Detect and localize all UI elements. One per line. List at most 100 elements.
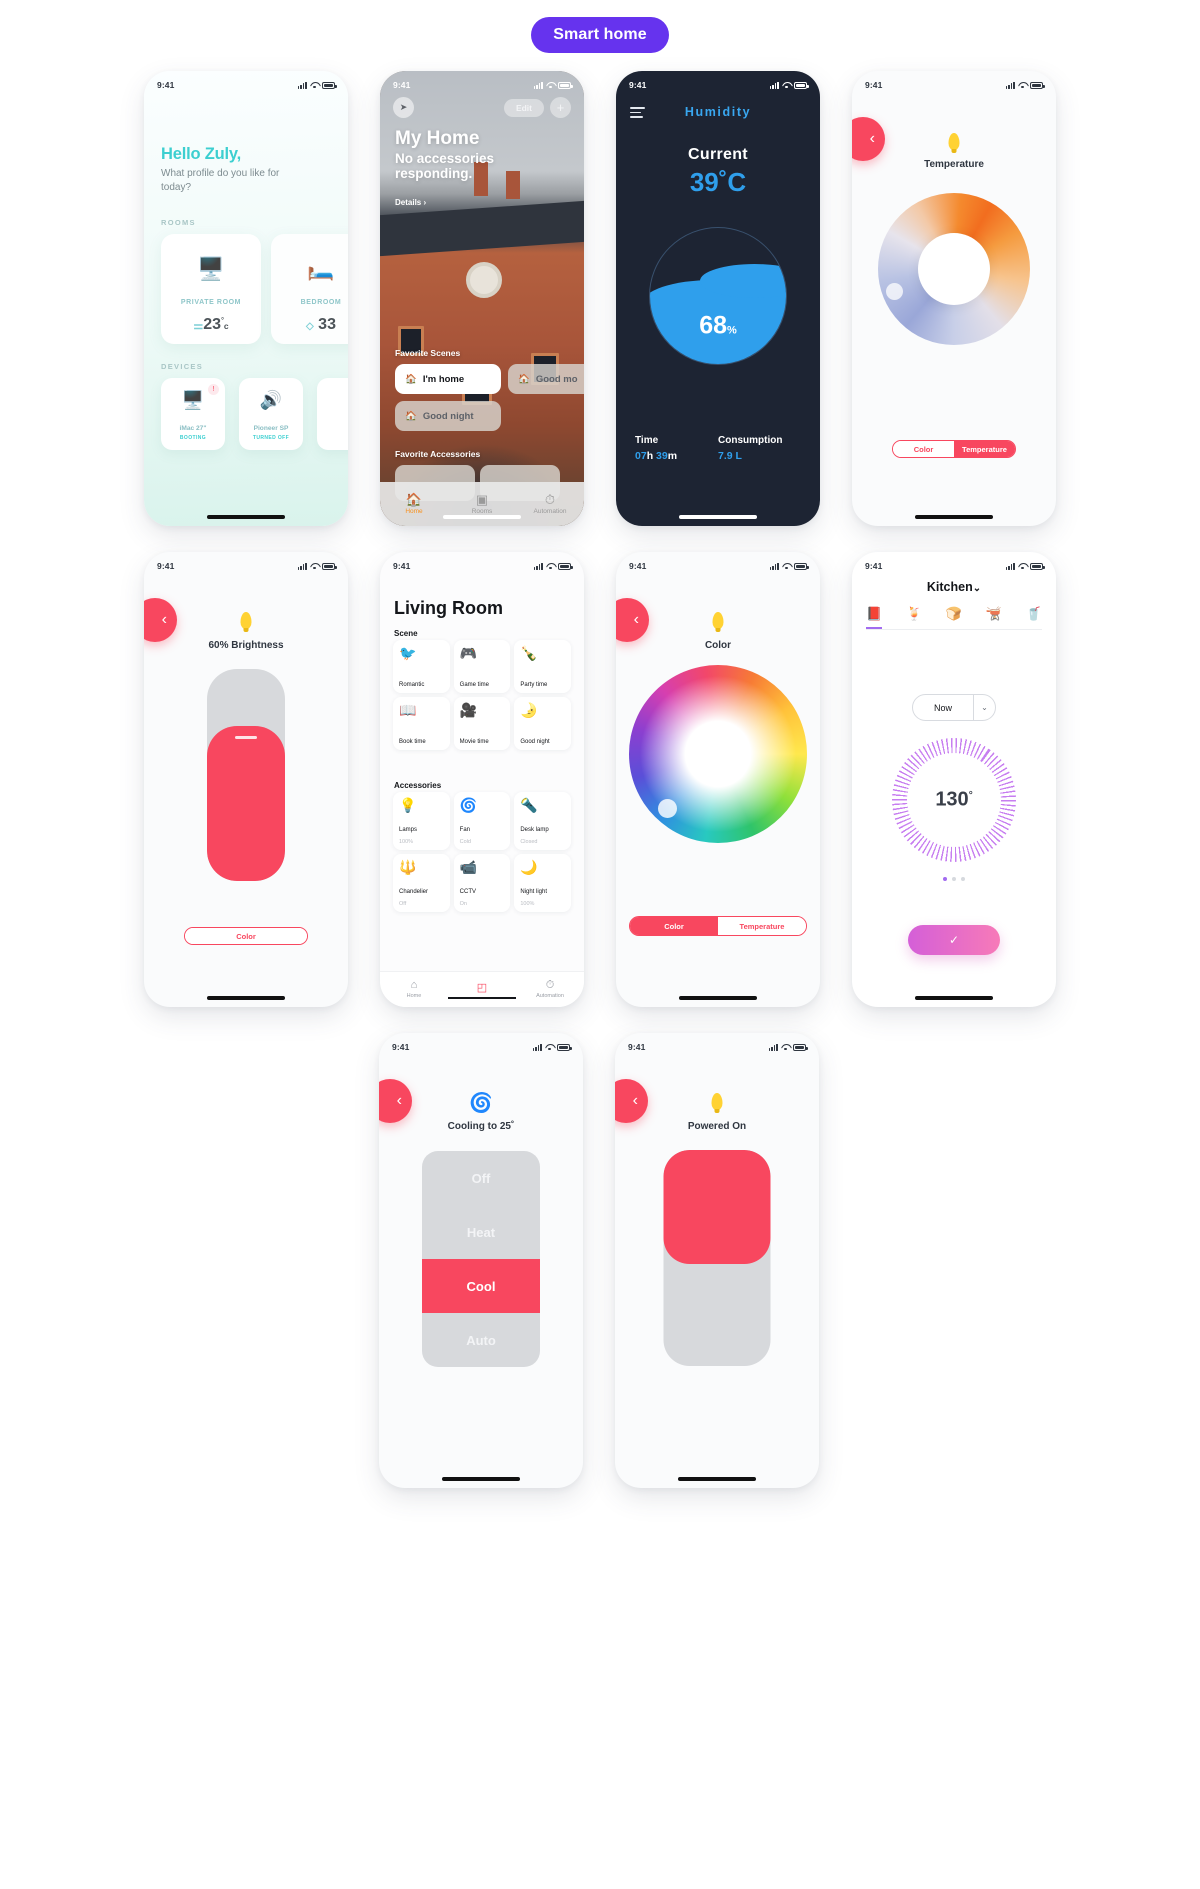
mode-cool[interactable]: Cool xyxy=(422,1259,540,1313)
details-link[interactable]: Details › xyxy=(395,198,426,207)
signal-icon xyxy=(1005,81,1015,89)
home-indicator xyxy=(207,515,285,519)
tab-home[interactable]: 🏠 Home xyxy=(380,482,448,526)
current-label: Current xyxy=(688,146,748,163)
tab-blender[interactable]: 🍹 xyxy=(906,606,922,629)
smart-home-badge[interactable]: Smart home xyxy=(531,17,669,53)
scene-good-morning[interactable]: 🏠 Good mo xyxy=(508,364,584,394)
status-bar: 9:41 xyxy=(144,71,348,93)
back-button[interactable]: ‹ xyxy=(616,598,649,642)
scene-im-home[interactable]: 🏠 I'm home xyxy=(395,364,501,394)
screen-temperature-wheel[interactable]: 9:41 ‹ Temperature Color Temperature xyxy=(852,71,1056,526)
tab-home[interactable]: ⌂ Home xyxy=(380,972,448,1007)
accessory-night-light[interactable]: 🌙 Night light 100% xyxy=(514,854,571,912)
back-button[interactable]: ‹ xyxy=(615,1079,648,1123)
status-bar: 9:41 xyxy=(852,71,1056,93)
temperature-wheel[interactable] xyxy=(878,193,1030,345)
toggle-color[interactable]: Color xyxy=(893,441,954,457)
room-name: BEDROOM xyxy=(300,299,342,306)
room-card-private[interactable]: 🖥️ PRIVATE ROOM ⚌23°c xyxy=(161,234,261,344)
tab-automation[interactable]: ⏱ Automation xyxy=(516,972,584,1007)
color-wheel[interactable] xyxy=(629,665,807,843)
room-name: Kitchen xyxy=(926,580,973,594)
tab-rooms[interactable]: ▣ Rooms xyxy=(448,482,516,526)
toggle-temperature[interactable]: Temperature xyxy=(954,441,1015,457)
tab-mixer[interactable]: 🥤 xyxy=(1026,606,1042,629)
mode-off[interactable]: Off xyxy=(422,1151,540,1205)
scene-game-time[interactable]: 🎮 Game time xyxy=(453,640,511,693)
toggle-temperature[interactable]: Temperature xyxy=(718,917,806,935)
speaker-icon: 🔊 xyxy=(259,390,283,410)
device-card-imac[interactable]: ! 🖥️ iMac 27" BOOTING xyxy=(161,378,225,450)
screen-home-profile[interactable]: 9:41 Hello Zuly, What profile do you lik… xyxy=(144,71,348,526)
rooms-icon: ▣ xyxy=(475,492,489,507)
chevron-down-icon[interactable]: ⌄ xyxy=(973,695,995,720)
scene-book-time[interactable]: 📖 Book time xyxy=(393,697,450,750)
toggle-color[interactable]: Color xyxy=(630,917,718,935)
dot[interactable] xyxy=(961,877,965,881)
back-button[interactable]: ‹ xyxy=(852,117,885,161)
color-toggle[interactable]: Color xyxy=(184,927,308,945)
dot-active[interactable] xyxy=(943,877,947,881)
toggle-color[interactable]: Color xyxy=(185,928,307,944)
color-temperature-toggle[interactable]: Color Temperature xyxy=(892,440,1016,458)
add-button[interactable]: + xyxy=(550,97,571,118)
scene-movie-time[interactable]: 🎥 Movie time xyxy=(453,697,511,750)
wheel-knob[interactable] xyxy=(658,799,677,818)
home-indicator xyxy=(679,515,757,519)
accessory-label: Chandelier xyxy=(399,889,429,895)
accessory-desk-lamp[interactable]: 🔦 Desk lamp Closed xyxy=(514,792,571,850)
scene-good-night[interactable]: 🌛 Good night xyxy=(514,697,571,750)
screen-kitchen[interactable]: 9:41 Kitchen⌄ 📕 🍹 🍞 🫕 🥤 Now ⌄ 130° ✓ xyxy=(852,552,1056,1007)
devices-section-label: DEVICES xyxy=(161,362,204,371)
mode-selector[interactable]: Off Heat Cool Auto xyxy=(422,1151,540,1367)
schedule-select[interactable]: Now ⌄ xyxy=(912,694,996,721)
screen-cooling[interactable]: 9:41 ‹ 🌀 Cooling to 25˚ Off Heat Cool Au… xyxy=(379,1033,583,1488)
scene-party-time[interactable]: 🍾 Party time xyxy=(514,640,571,693)
room-selector[interactable]: Kitchen⌄ xyxy=(852,580,1056,594)
screen-living-room[interactable]: 9:41 Living Room Scene 🐦 Romantic 🎮 Game t… xyxy=(380,552,584,1007)
color-temperature-toggle[interactable]: Color Temperature xyxy=(629,916,807,936)
scene-good-night[interactable]: 🏠 Good night xyxy=(395,401,501,431)
device-card-pioneer[interactable]: 🔊 Pioneer SP TURNED OFF xyxy=(239,378,303,450)
clock-icon: ⏱ xyxy=(544,492,556,507)
greeting-subtitle: What profile do you like for today? xyxy=(161,168,280,193)
slider-fill xyxy=(207,726,285,881)
tab-toaster[interactable]: 🍞 xyxy=(946,606,962,629)
mode-heat[interactable]: Heat xyxy=(422,1205,540,1259)
status-time: 9:41 xyxy=(628,1042,646,1052)
wheel-knob[interactable] xyxy=(886,283,903,300)
slider-grip[interactable] xyxy=(235,736,257,740)
room-card-bedroom[interactable]: 🛏️ BEDROOM ◇ 33 xyxy=(271,234,348,344)
accessory-fan[interactable]: 🌀 Fan Cold xyxy=(453,792,511,850)
accessory-label: CCTV xyxy=(459,889,476,895)
tab-fridge[interactable]: 📕 xyxy=(866,606,883,629)
scene-label: Good mo xyxy=(535,373,578,385)
tab-rooms[interactable]: ◰ xyxy=(448,972,516,1007)
mode-auto[interactable]: Auto xyxy=(422,1313,540,1367)
scene-romantic[interactable]: 🐦 Romantic xyxy=(393,640,450,693)
screen-my-home[interactable]: 9:41 ➤ Edit + My Home No accessories res… xyxy=(380,71,584,526)
scene-label: Game time xyxy=(459,682,489,688)
screen-color-wheel[interactable]: 9:41 ‹ Color Color Temperature xyxy=(616,552,820,1007)
power-slider[interactable] xyxy=(663,1150,771,1366)
device-card-partial[interactable] xyxy=(317,378,348,450)
status-time: 9:41 xyxy=(393,80,411,90)
location-arrow-icon[interactable]: ➤ xyxy=(393,97,414,118)
accessory-chandelier[interactable]: 🔱 Chandelier Off xyxy=(393,854,450,912)
status-bar: 9:41 xyxy=(380,71,584,93)
dot[interactable] xyxy=(952,877,956,881)
edit-button[interactable]: Edit xyxy=(503,98,544,117)
accessory-lamps[interactable]: 💡 Lamps 100% xyxy=(393,792,450,850)
brightness-slider[interactable] xyxy=(207,669,285,881)
screen-powered-on[interactable]: 9:41 ‹ Powered On xyxy=(615,1033,819,1488)
accessory-cctv[interactable]: 📹 CCTV On xyxy=(453,854,511,912)
back-button[interactable]: ‹ xyxy=(144,598,177,642)
back-button[interactable]: ‹ xyxy=(379,1079,412,1123)
screen-humidity[interactable]: 9:41 Humidity Current 39˚C 68% Time 07h … xyxy=(616,71,820,526)
tab-automation[interactable]: ⏱ Automation xyxy=(516,482,584,526)
confirm-button[interactable]: ✓ xyxy=(908,925,1000,955)
bed-icon: 🛏️ xyxy=(307,256,335,281)
tab-pot[interactable]: 🫕 xyxy=(986,606,1002,629)
screen-brightness[interactable]: 9:41 ‹ 60% Brightness Color xyxy=(144,552,348,1007)
